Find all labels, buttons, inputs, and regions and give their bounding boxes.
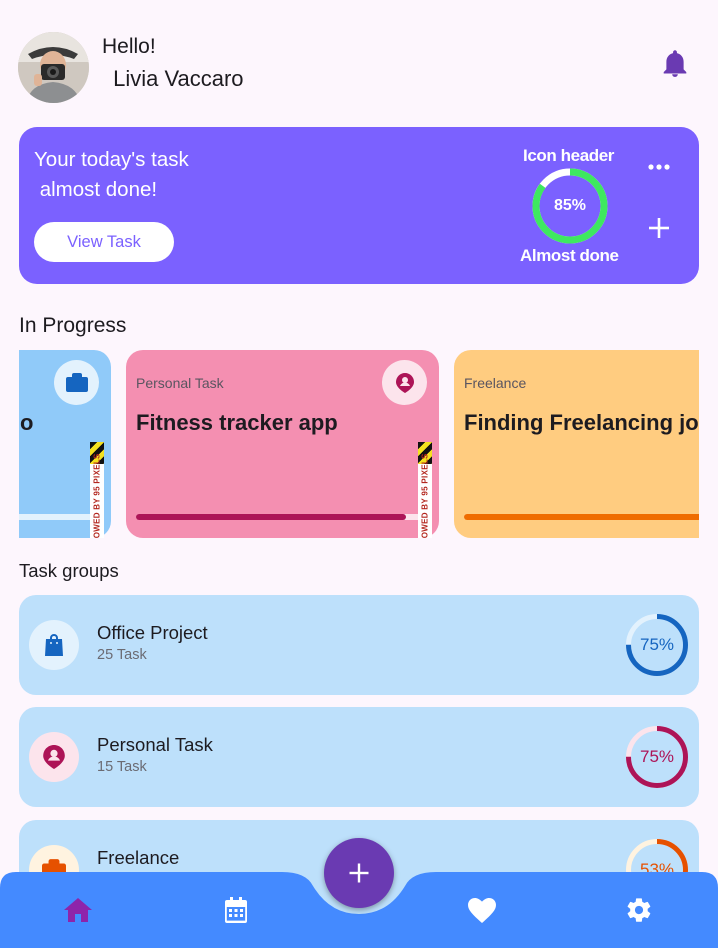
- person-pin-icon: [382, 360, 427, 405]
- add-task-fab[interactable]: [324, 838, 394, 908]
- user-avatar[interactable]: [18, 32, 89, 103]
- task-group-percent: 75%: [639, 747, 675, 766]
- progress-card-category: Freelance: [464, 375, 527, 391]
- plus-icon: [349, 863, 369, 883]
- progress-card-personal[interactable]: Personal Task Fitness tracker app: [126, 350, 439, 538]
- home-icon[interactable]: [63, 895, 93, 925]
- task-groups-title: Task groups: [19, 560, 119, 581]
- person-pin-icon: [29, 732, 79, 782]
- progress-card-track: [136, 514, 429, 520]
- task-group-personal-task[interactable]: Personal Task 15 Task 75%: [19, 707, 699, 807]
- greeting-text: Hello!: [102, 35, 156, 58]
- today-task-title: Your today's task almost done!: [34, 148, 189, 201]
- progress-card-track: [464, 514, 699, 520]
- overflow-warning-text: FLOWED BY 95 PIXELS: [92, 453, 102, 538]
- user-photo-icon: [18, 32, 89, 103]
- more-horizontal-icon[interactable]: [647, 157, 671, 177]
- progress-card-title: o: [20, 410, 34, 435]
- progress-card-fill: [464, 514, 699, 520]
- bell-icon[interactable]: [662, 50, 688, 78]
- briefcase-icon: [54, 360, 99, 405]
- task-group-name: Freelance: [97, 847, 180, 868]
- task-group-office-project[interactable]: Office Project 25 Task 75%: [19, 595, 699, 695]
- plus-icon[interactable]: [648, 217, 670, 239]
- user-name: Livia Vaccaro: [107, 66, 244, 91]
- task-group-name: Office Project: [97, 622, 208, 643]
- calendar-icon[interactable]: [221, 895, 251, 925]
- progress-card-title: Finding Freelancing job: [464, 410, 699, 435]
- progress-ring-value: 85%: [553, 197, 587, 214]
- ring-header-label: Icon header: [523, 146, 615, 165]
- progress-card-title: Fitness tracker app: [136, 410, 338, 435]
- in-progress-title: In Progress: [19, 314, 127, 337]
- task-group-count: 25 Task: [97, 647, 147, 663]
- ring-footer-label: Almost done: [520, 246, 619, 265]
- header: Hello! Livia Vaccaro: [18, 32, 698, 104]
- progress-card-fill: [136, 514, 406, 520]
- overflow-warning-stripe: FLOWED BY 95 PIXELS: [90, 442, 104, 538]
- overflow-warning-text: FLOWED BY 95 PIXELS: [420, 453, 430, 538]
- progress-card-freelance[interactable]: Freelance Finding Freelancing job: [454, 350, 699, 538]
- shopping-bag-icon: [29, 620, 79, 670]
- today-task-card: Your today's task almost done! View Task…: [19, 127, 699, 284]
- task-group-name: Personal Task: [97, 734, 213, 755]
- heart-icon[interactable]: [467, 895, 497, 925]
- in-progress-carousel[interactable]: o FLOWED BY 95 PIXELS Personal Task Fitn…: [19, 350, 699, 538]
- task-group-percent: 75%: [639, 635, 675, 654]
- settings-icon[interactable]: [624, 895, 654, 925]
- view-task-button[interactable]: View Task: [34, 222, 174, 262]
- overflow-warning-stripe: FLOWED BY 95 PIXELS: [418, 442, 432, 538]
- progress-card-track: [19, 514, 101, 520]
- progress-card-category: Personal Task: [136, 375, 224, 391]
- task-group-count: 15 Task: [97, 759, 147, 775]
